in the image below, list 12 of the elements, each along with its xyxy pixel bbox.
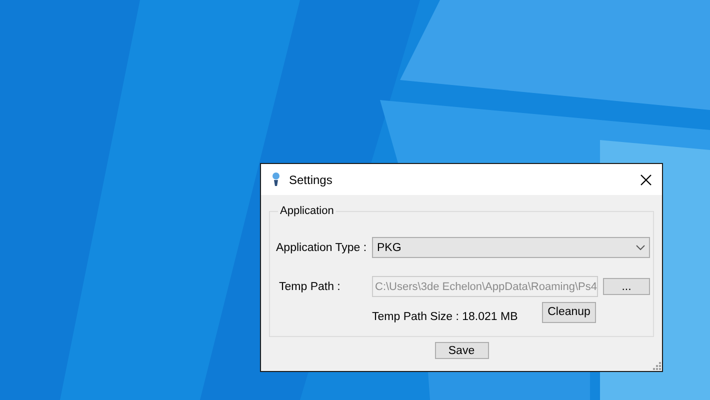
field-label: Application Type : bbox=[276, 242, 368, 254]
chevron-down-icon bbox=[636, 244, 645, 250]
application-type-dropdown[interactable]: PKG bbox=[372, 237, 650, 258]
field-label: Temp Path : bbox=[279, 280, 342, 292]
window-title: Settings bbox=[289, 172, 334, 186]
close-icon bbox=[640, 174, 652, 186]
resize-grip-icon bbox=[653, 362, 661, 370]
group-title: Application bbox=[279, 205, 335, 217]
app-icon bbox=[271, 172, 281, 188]
temp-path-size-text: Temp Path Size : 18.021 MB bbox=[372, 311, 518, 323]
save-button[interactable]: Save bbox=[434, 342, 488, 359]
cleanup-button[interactable]: Cleanup bbox=[542, 302, 596, 322]
